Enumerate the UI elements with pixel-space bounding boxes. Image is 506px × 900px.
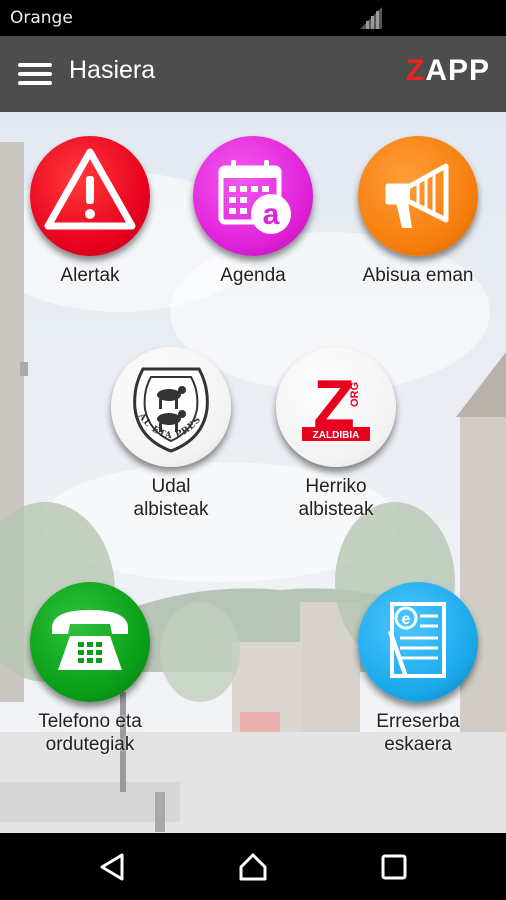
tile-label: Agenda	[220, 265, 286, 286]
back-icon[interactable]	[98, 851, 130, 883]
carrier-name: Orange	[10, 8, 73, 28]
alertak-button[interactable]	[30, 136, 150, 256]
tile-label: Erreserba eskaera	[376, 711, 460, 755]
agenda-button[interactable]: a	[193, 136, 313, 256]
tile-erreserba-eskaera[interactable]: e Erreserba eskaera	[348, 582, 488, 756]
abisua-eman-button[interactable]	[358, 136, 478, 256]
tile-alertak[interactable]: Alertak	[20, 136, 160, 287]
tile-label: Alertak	[60, 265, 120, 286]
udal-albisteak-button[interactable]: LEIAL ETA PRESTUA	[111, 347, 231, 467]
svg-text:a: a	[263, 198, 280, 231]
tile-label: Herriko albisteak	[298, 476, 374, 520]
navigation-bar	[0, 833, 506, 900]
warning-icon	[44, 148, 136, 230]
tile-label: Telefono eta ordutegiak	[38, 711, 142, 755]
zaldibia-logo-icon: Z ORG ZALDIBIA	[302, 366, 370, 442]
status-bar: Orange	[0, 0, 506, 36]
svg-text:e: e	[402, 611, 411, 628]
telephone-icon	[52, 610, 128, 670]
document-icon: e	[388, 602, 446, 678]
menu-icon[interactable]	[18, 63, 52, 85]
tile-label: Abisua eman	[362, 265, 474, 286]
signal-icon	[360, 7, 382, 29]
town-background: Alertak a Agenda Abisua eman AL ETA PRES…	[0, 112, 506, 833]
calendar-icon: a	[218, 160, 291, 234]
recents-icon[interactable]	[378, 851, 410, 883]
svg-text:ZALDIBIA: ZALDIBIA	[313, 430, 360, 441]
megaphone-icon	[385, 163, 449, 228]
herriko-albisteak-button[interactable]: Z ORG ZALDIBIA	[276, 347, 396, 467]
tile-udal-albisteak[interactable]: LEIAL ETA PRESTUA Udalalbisteak	[101, 347, 241, 521]
erreserba-button[interactable]: e	[358, 582, 478, 702]
page-title: Hasiera	[69, 56, 156, 84]
app-bar: Hasiera ZAPP	[0, 36, 506, 112]
tile-telefono-eta-ordutegiak[interactable]: Telefono eta ordutegiak	[20, 582, 160, 756]
tile-abisua-eman[interactable]: Abisua eman	[348, 136, 488, 287]
telefono-button[interactable]	[30, 582, 150, 702]
town-seal-icon: LEIAL ETA PRESTUA	[111, 347, 209, 453]
tile-agenda[interactable]: a Agenda	[183, 136, 323, 287]
svg-text:ORG: ORG	[349, 382, 361, 407]
home-icon[interactable]	[237, 851, 269, 883]
zapp-logo: ZAPP	[405, 54, 490, 87]
tile-herriko-albisteak[interactable]: Z ORG ZALDIBIA Herriko albisteak	[266, 347, 406, 521]
tile-label: Udal albisteak	[133, 476, 209, 520]
